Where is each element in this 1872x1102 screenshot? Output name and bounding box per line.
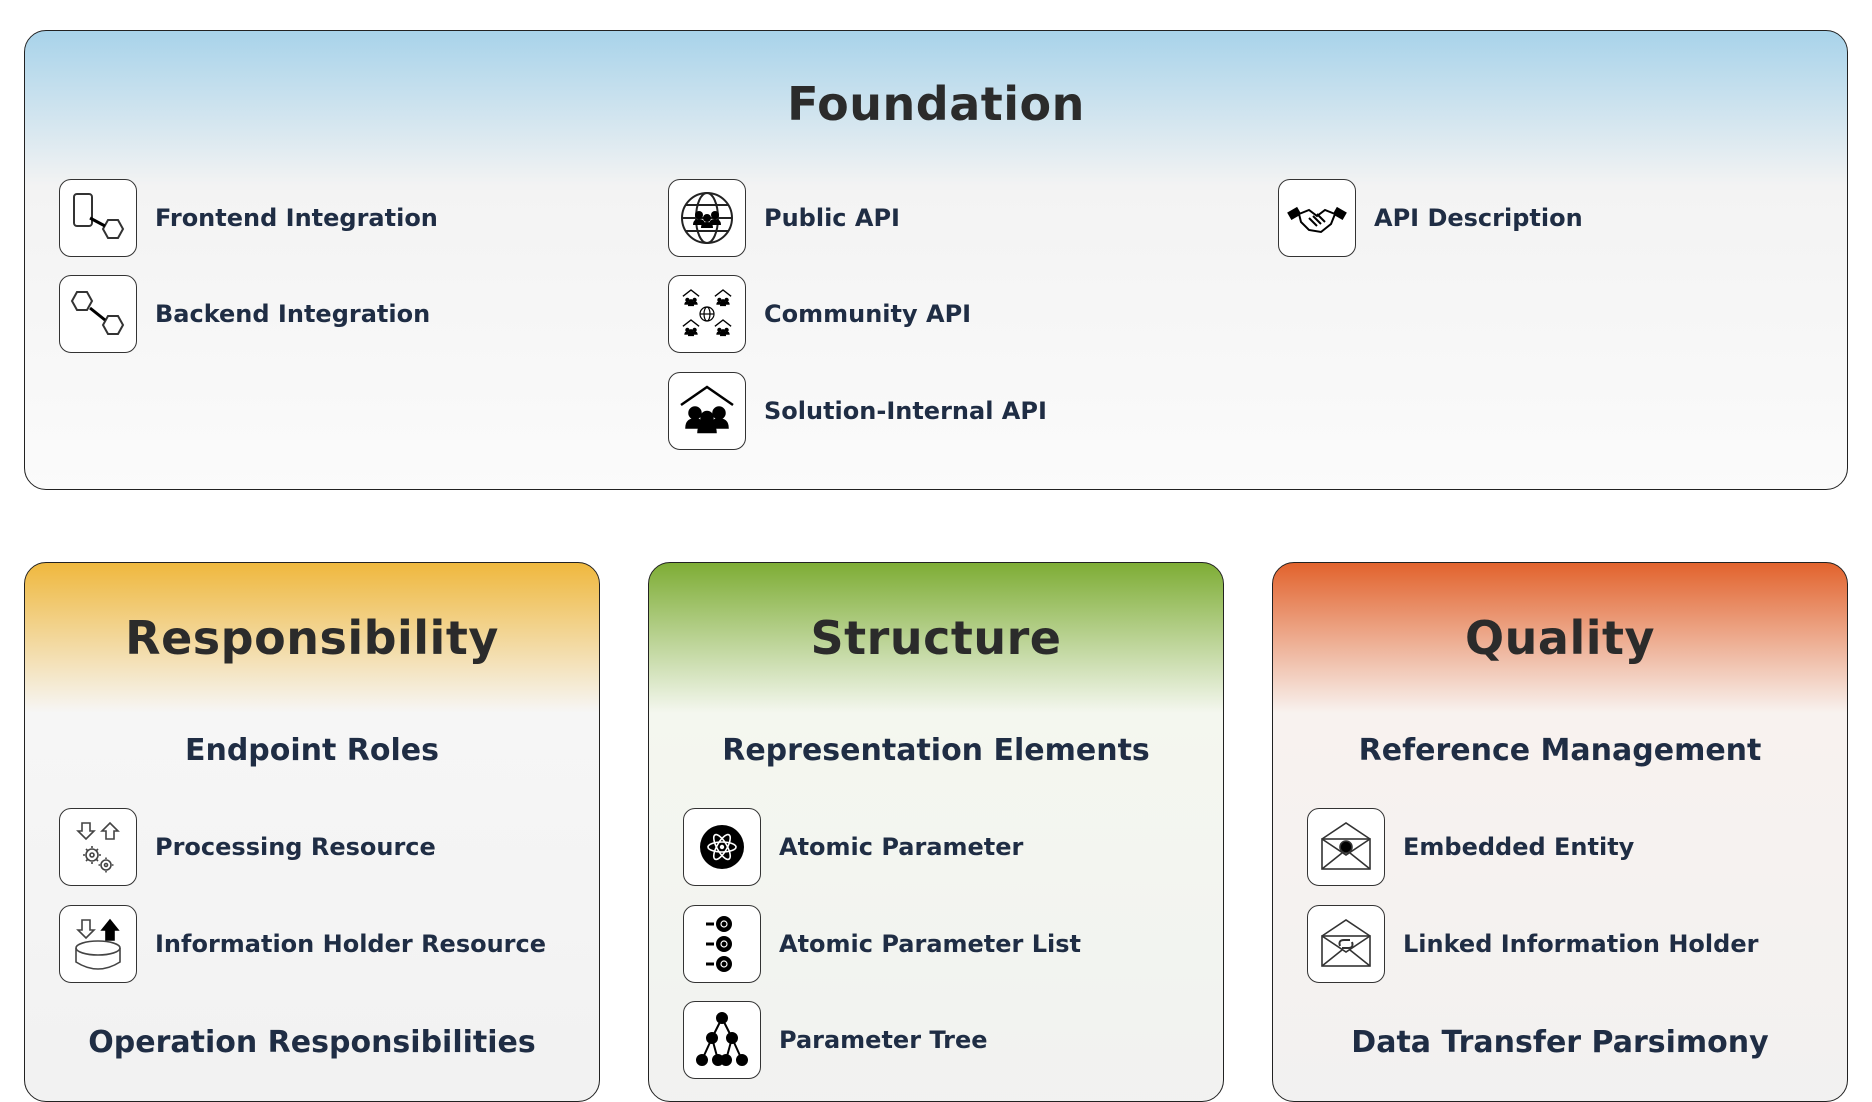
house-group-icon [668, 372, 746, 450]
pattern-label: Solution-Internal API [764, 397, 1047, 425]
pattern-public-api[interactable]: Public API [668, 178, 900, 258]
section-heading-endpoint-roles: Endpoint Roles [184, 733, 440, 768]
globe-group-icon [668, 179, 746, 257]
database-arrows-icon [59, 905, 137, 983]
pattern-linked-information-holder[interactable]: Linked Information Holder [1307, 904, 1758, 984]
pattern-information-holder-resource[interactable]: Information Holder Resource [59, 904, 546, 984]
section-heading-reference-management: Reference Management [1358, 733, 1762, 768]
pattern-parameter-tree[interactable]: Parameter Tree [683, 1000, 988, 1080]
pattern-label: Backend Integration [155, 300, 431, 328]
community-houses-icon [668, 275, 746, 353]
pattern-label: Atomic Parameter [779, 833, 1024, 861]
panel-title: Quality [1465, 611, 1655, 665]
pattern-label: Embedded Entity [1403, 833, 1635, 861]
arrows-gears-icon [59, 808, 137, 886]
quality-panel: Quality Reference Management Embedded En… [1272, 562, 1848, 1102]
atom-icon [683, 808, 761, 886]
panel-title: Responsibility [125, 611, 499, 665]
frontend-integration-icon [59, 179, 137, 257]
pattern-label: Atomic Parameter List [779, 930, 1082, 958]
pattern-community-api[interactable]: Community API [668, 274, 971, 354]
pattern-label: API Description [1374, 204, 1583, 232]
pattern-label: Linked Information Holder [1403, 930, 1759, 958]
pattern-label: Frontend Integration [155, 204, 438, 232]
pattern-label: Information Holder Resource [155, 930, 547, 958]
pattern-processing-resource[interactable]: Processing Resource [59, 807, 436, 887]
structure-panel: Structure Representation Elements Atomic… [648, 562, 1224, 1102]
panel-title: Foundation [787, 77, 1085, 131]
tree-icon [683, 1001, 761, 1079]
section-heading-data-transfer-parsimony: Data Transfer Parsimony [1351, 1025, 1769, 1060]
pattern-atomic-parameter[interactable]: Atomic Parameter [683, 807, 1023, 887]
pattern-frontend-integration[interactable]: Frontend Integration [59, 178, 438, 258]
pattern-embedded-entity[interactable]: Embedded Entity [1307, 807, 1634, 887]
envelope-link-icon [1307, 905, 1385, 983]
backend-integration-icon [59, 275, 137, 353]
pattern-label: Processing Resource [155, 833, 436, 861]
pattern-atomic-parameter-list[interactable]: Atomic Parameter List [683, 904, 1081, 984]
pattern-label: Parameter Tree [779, 1026, 988, 1054]
pattern-backend-integration[interactable]: Backend Integration [59, 274, 430, 354]
section-heading-representation-elements: Representation Elements [722, 733, 1150, 768]
atom-list-icon [683, 905, 761, 983]
pattern-api-description[interactable]: API Description [1278, 178, 1583, 258]
pattern-solution-internal-api[interactable]: Solution-Internal API [668, 371, 1047, 451]
panel-title: Structure [810, 611, 1062, 665]
section-heading-operation-responsibilities: Operation Responsibilities [88, 1025, 536, 1060]
envelope-dot-icon [1307, 808, 1385, 886]
pattern-label: Public API [764, 204, 900, 232]
foundation-panel: Foundation Frontend Integration Backend … [24, 30, 1848, 490]
handshake-icon [1278, 179, 1356, 257]
pattern-label: Community API [764, 300, 972, 328]
responsibility-panel: Responsibility Endpoint Roles Processing… [24, 562, 600, 1102]
